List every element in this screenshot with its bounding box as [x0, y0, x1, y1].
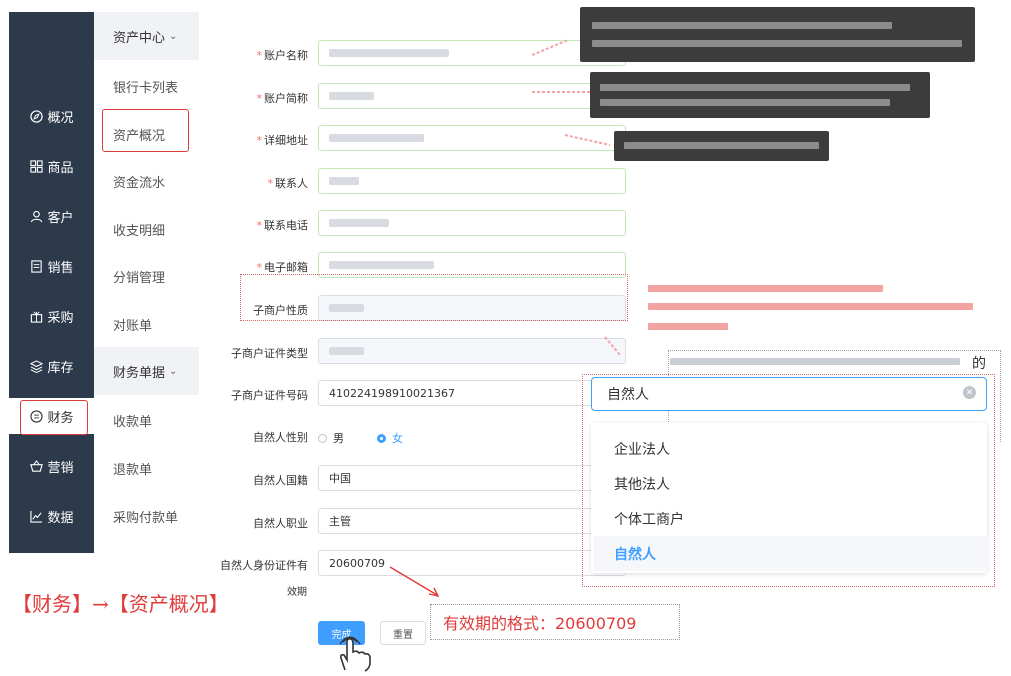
- nav-item-label: 营销: [47, 460, 74, 476]
- chart-icon: [29, 509, 43, 523]
- dropdown-option-selected[interactable]: 自然人: [594, 536, 990, 571]
- dropdown-option[interactable]: 企业法人: [594, 431, 990, 466]
- reset-button[interactable]: 重置: [380, 621, 426, 645]
- radio-circle: [318, 433, 327, 443]
- nav-item-label: 客户: [47, 210, 74, 226]
- label-cert-number: 子商户证件号码: [231, 389, 308, 402]
- nav-item-goods[interactable]: 商品: [9, 148, 94, 184]
- nav-item-customer[interactable]: 客户: [9, 198, 94, 234]
- basket-icon: [29, 459, 43, 473]
- subnav-item-distribution[interactable]: 分销管理: [113, 267, 165, 286]
- nationality-input[interactable]: 中国: [318, 465, 626, 491]
- required-mark: *: [256, 261, 263, 274]
- dropdown-option[interactable]: 个体工商户: [594, 501, 990, 536]
- label-occupation: 自然人职业: [253, 517, 308, 530]
- date-format-annotation: 有效期的格式：20600709: [430, 604, 680, 640]
- dropdown-search-input[interactable]: 自然人 ✕: [591, 377, 987, 411]
- label-validity-suffix: 效期: [287, 587, 307, 598]
- nav-item-label: 商品: [47, 160, 74, 176]
- nav-item-label: 销售: [47, 260, 74, 276]
- breadcrumb-annotation: 【财务】→【资产概况】: [12, 592, 229, 616]
- subnav-item-bank-cards[interactable]: 银行卡列表: [113, 77, 178, 96]
- label-contact: * 联系人: [267, 177, 309, 190]
- label-cert-type: 子商户证件类型: [231, 347, 308, 360]
- document-icon: [29, 259, 43, 273]
- cert-number-input[interactable]: 410224198910021367: [318, 380, 626, 406]
- subnav-item-receipts[interactable]: 收款单: [113, 411, 152, 430]
- clear-icon[interactable]: ✕: [963, 386, 976, 399]
- nav-item-label: 数据: [47, 510, 74, 526]
- label-email: * 电子邮箱: [256, 261, 309, 274]
- label-address: * 详细地址: [256, 134, 309, 147]
- subnav-item-fund-flow[interactable]: 资金流水: [113, 172, 165, 191]
- grid-icon: [29, 159, 43, 173]
- subnav-item-refunds[interactable]: 退款单: [113, 459, 152, 478]
- radio-circle: [377, 433, 386, 443]
- chevron-down-icon: ⌄: [169, 30, 178, 42]
- compass-icon: [29, 109, 43, 123]
- secondary-sidebar: 资产中心 ⌄ 银行卡列表 资产概况 资金流水 收支明细 分销管理 对账单 财务单…: [94, 12, 199, 553]
- nav-item-marketing[interactable]: 营销: [9, 448, 94, 484]
- required-mark: *: [256, 219, 263, 232]
- merchant-nature-dropdown-callout: 自然人 ✕ 企业法人 其他法人 个体工商户 自然人: [582, 374, 995, 587]
- label-phone: * 联系电话: [256, 219, 309, 232]
- tooltip-box: [614, 131, 829, 161]
- user-icon: [29, 209, 43, 223]
- subnav-item-income-expense[interactable]: 收支明细: [113, 220, 165, 239]
- tooltip-box: [590, 72, 930, 118]
- nav-item-sales[interactable]: 销售: [9, 248, 94, 284]
- nav-item-inventory[interactable]: 库存: [9, 348, 94, 384]
- nav-item-overview[interactable]: 概况: [9, 98, 94, 134]
- chevron-down-icon: ⌄: [169, 365, 178, 377]
- gift-icon: [29, 309, 43, 323]
- finance-highlight-box: [20, 400, 88, 435]
- layers-icon: [29, 359, 43, 373]
- required-mark: *: [256, 49, 263, 62]
- label-account-short: * 账户简称: [256, 92, 309, 105]
- label-account-name: * 账户名称: [256, 49, 309, 62]
- blurred-annotation-text: [648, 283, 978, 343]
- subnav-item-statement[interactable]: 对账单: [113, 315, 152, 334]
- subnav-group-finance-docs[interactable]: 财务单据 ⌄: [94, 347, 199, 395]
- hand-cursor-icon: [335, 636, 379, 676]
- dropdown-option[interactable]: 其他法人: [594, 466, 990, 501]
- required-mark: *: [256, 92, 263, 105]
- nav-item-purchase[interactable]: 采购: [9, 298, 94, 334]
- nav-item-label: 库存: [47, 360, 74, 376]
- subnav-group-asset-center[interactable]: 资产中心 ⌄: [94, 12, 199, 60]
- required-mark: *: [256, 134, 263, 147]
- nav-item-data[interactable]: 数据: [9, 498, 94, 534]
- required-mark: *: [267, 177, 274, 190]
- nav-item-label: 概况: [47, 110, 74, 126]
- label-gender: 自然人性别: [253, 431, 308, 444]
- main-sidebar: 概况 商品 客户 销售 采购 库存 财务 营销 数据: [9, 12, 94, 553]
- tooltip-box: [580, 7, 975, 62]
- label-validity: 自然人身份证件有: [220, 559, 308, 572]
- subnav-item-purchase-payments[interactable]: 采购付款单: [113, 507, 178, 526]
- label-nationality: 自然人国籍: [253, 474, 308, 487]
- gender-female-radio[interactable]: 女: [377, 430, 403, 446]
- occupation-input[interactable]: 主管: [318, 508, 626, 534]
- asset-overview-highlight-box: [102, 109, 189, 152]
- arrow-icon: [389, 566, 440, 598]
- validity-input[interactable]: 20600709: [318, 550, 626, 576]
- gender-male-radio[interactable]: 男: [318, 430, 344, 446]
- nav-item-label: 采购: [47, 310, 74, 326]
